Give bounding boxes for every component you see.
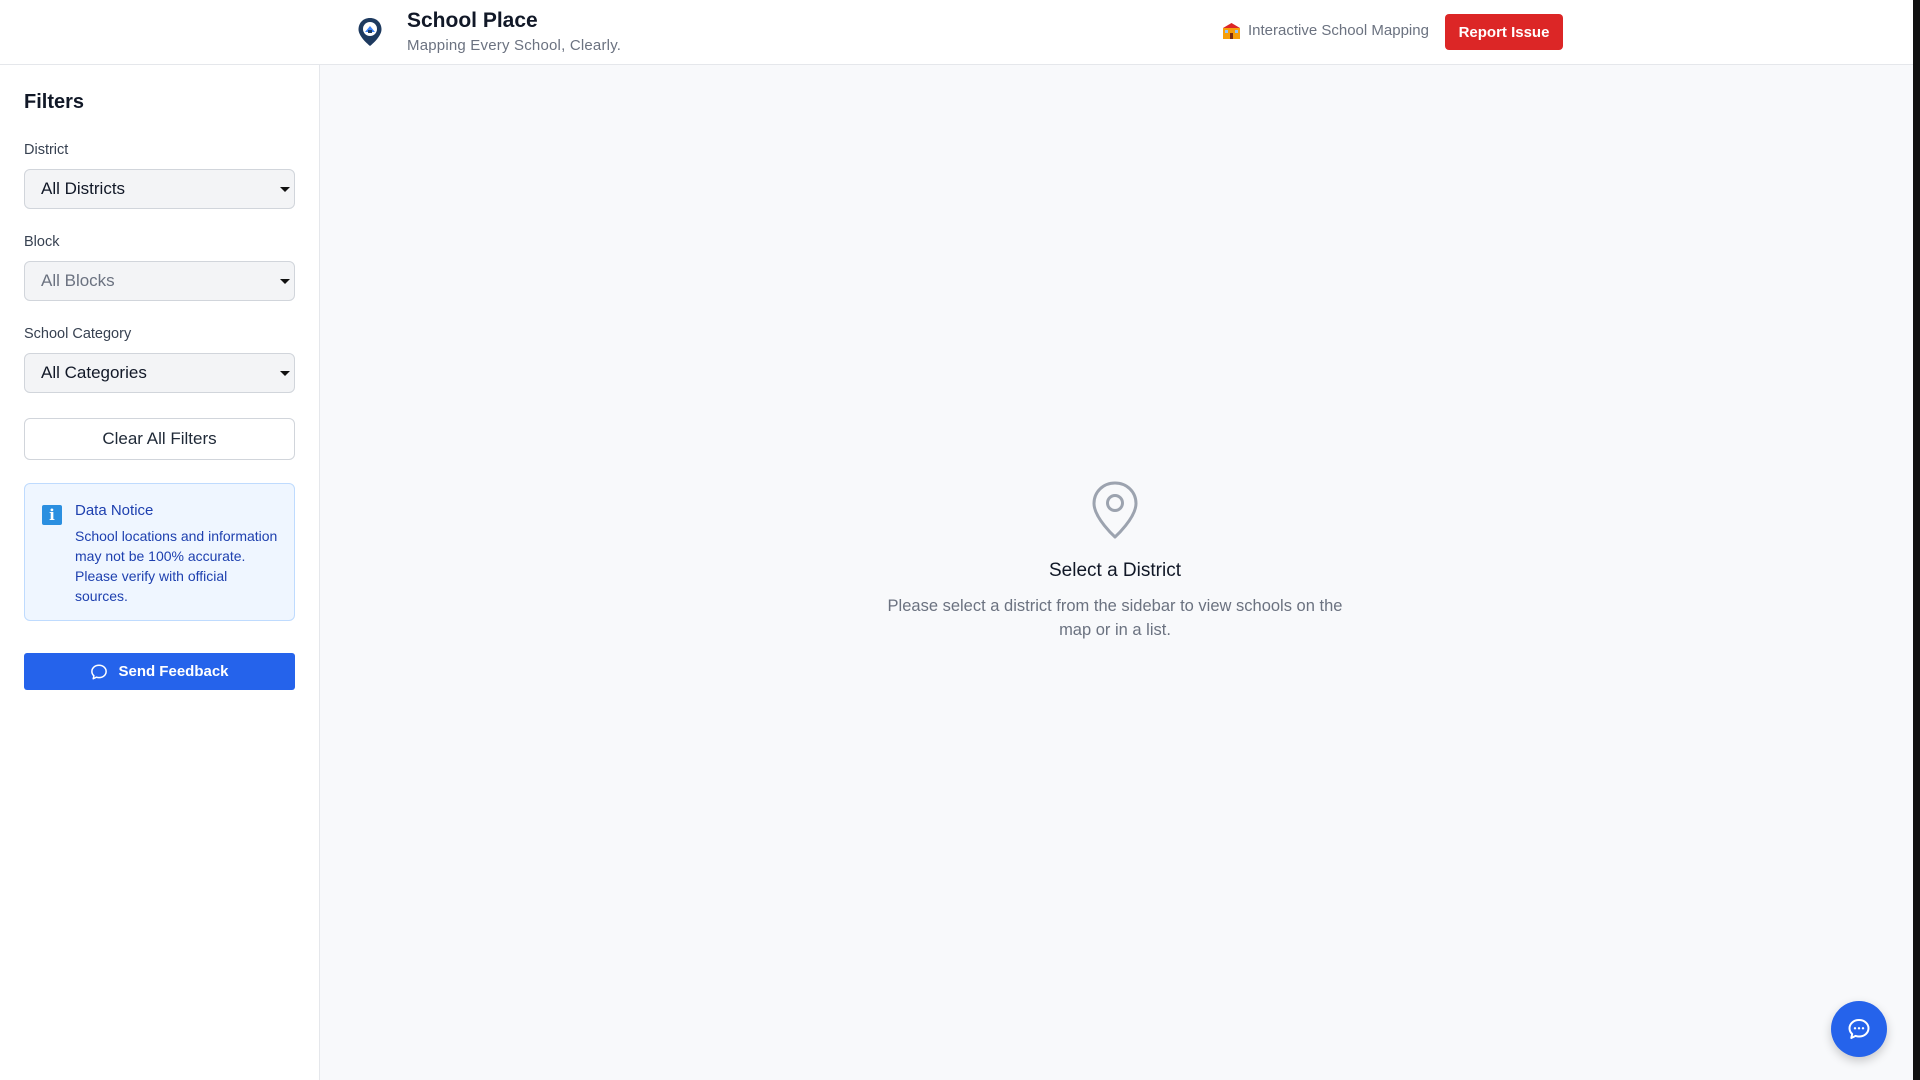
block-select[interactable]: All Blocks — [24, 261, 295, 301]
category-select-value: All Categories — [41, 363, 147, 382]
window-scrollbar[interactable] — [1913, 0, 1920, 1080]
notice-text: School locations and information may not… — [75, 528, 278, 604]
map-pin-logo-icon — [358, 18, 382, 46]
category-label: School Category — [24, 326, 132, 342]
mapping-badge: Interactive School Mapping — [1223, 22, 1429, 39]
chat-bubble-icon — [1848, 1019, 1870, 1039]
app-header: School Place Mapping Every School, Clear… — [0, 0, 1913, 65]
district-select-value: All Districts — [41, 179, 126, 198]
category-select[interactable]: All Categories — [24, 353, 295, 393]
chat-fab-button[interactable] — [1831, 1001, 1887, 1057]
block-select-value: All Blocks — [41, 271, 115, 290]
chevron-down-icon — [280, 371, 290, 376]
app-subtitle: Mapping Every School, Clearly. — [407, 37, 622, 54]
report-issue-button[interactable]: Report Issue — [1445, 14, 1563, 50]
clear-filters-button[interactable]: Clear All Filters — [24, 418, 295, 460]
mapping-badge-text: Interactive School Mapping — [1248, 22, 1429, 39]
district-label: District — [24, 142, 69, 158]
data-notice: i Data Notice School locations and infor… — [24, 483, 295, 621]
empty-state: Select a District Please select a distri… — [880, 480, 1350, 642]
send-feedback-button[interactable]: Send Feedback — [24, 653, 295, 690]
empty-state-title: Select a District — [1049, 560, 1181, 581]
empty-state-text: Please select a district from the sideba… — [887, 597, 1343, 639]
notice-title: Data Notice — [75, 502, 154, 519]
location-pin-icon — [1092, 481, 1138, 539]
app-title: School Place — [407, 9, 538, 32]
filters-title: Filters — [24, 91, 85, 113]
send-feedback-label: Send Feedback — [118, 663, 229, 680]
block-label: Block — [24, 234, 60, 250]
school-emoji-icon — [1223, 22, 1240, 39]
chat-bubble-icon — [91, 664, 108, 679]
chevron-down-icon — [280, 187, 290, 192]
district-select[interactable]: All Districts — [24, 169, 295, 209]
info-icon: i — [42, 505, 62, 525]
filters-sidebar: Filters District All Districts Block All… — [0, 65, 320, 1080]
chevron-down-icon — [280, 279, 290, 284]
